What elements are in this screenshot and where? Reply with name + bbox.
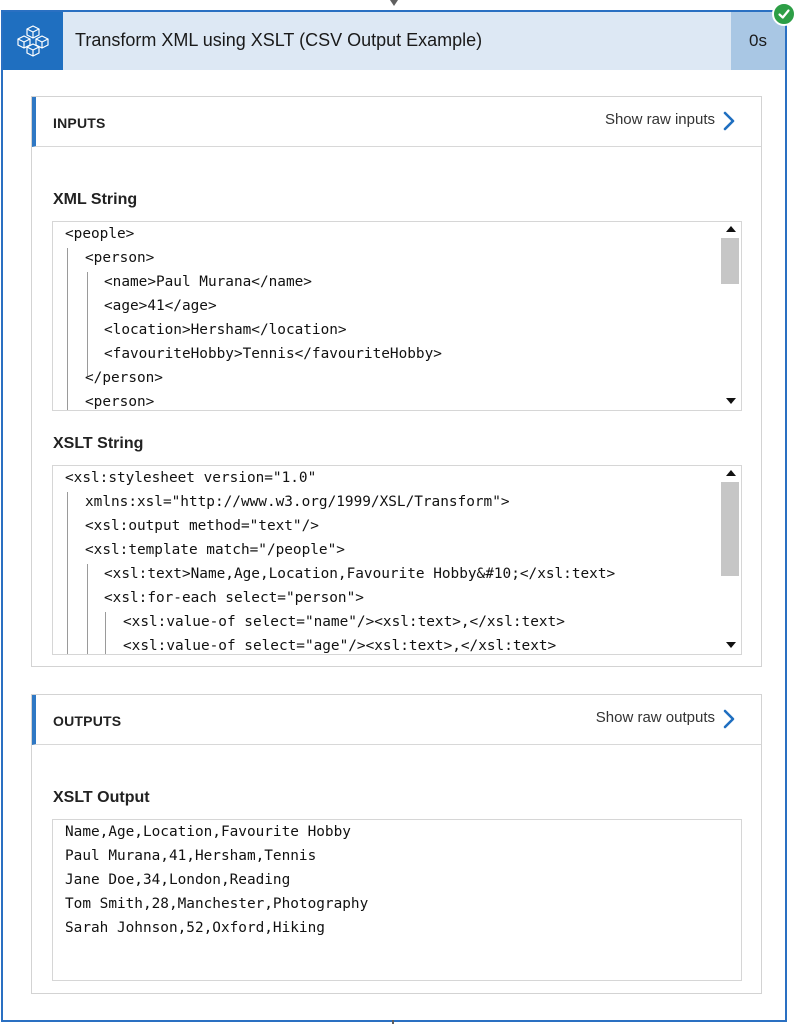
indent-guide <box>67 492 68 654</box>
code-line: <person> <box>85 250 155 266</box>
check-icon <box>772 2 796 26</box>
code-line: xmlns:xsl="http://www.w3.org/1999/XSL/Tr… <box>85 494 510 510</box>
indent-guide <box>67 248 68 410</box>
inputs-section: INPUTS Show raw inputs XML String <peopl… <box>31 96 762 667</box>
code-line: <xsl:value-of select="name"/><xsl:text>,… <box>123 614 565 630</box>
code-line: <age>41</age> <box>104 298 217 314</box>
scroll-up-arrow-icon[interactable] <box>726 470 736 476</box>
outputs-section: OUTPUTS Show raw outputs XSLT Output Nam… <box>31 694 762 994</box>
xslt-output-box[interactable]: Name,Age,Location,Favourite Hobby Paul M… <box>52 819 742 981</box>
scroll-down-arrow-icon[interactable] <box>726 398 736 404</box>
output-line: Jane Doe,34,London,Reading <box>65 872 291 888</box>
scroll-thumb[interactable] <box>721 482 739 576</box>
xml-string-label: XML String <box>53 191 138 208</box>
code-line: <favouriteHobby>Tennis</favouriteHobby> <box>104 346 442 362</box>
show-raw-inputs-link[interactable]: Show raw inputs <box>605 111 715 128</box>
code-line: </person> <box>85 370 163 386</box>
scrollbar[interactable] <box>721 222 741 410</box>
indent-guide <box>87 272 88 376</box>
code-line: <xsl:stylesheet version="1.0" <box>65 470 317 486</box>
flow-connector-arrow <box>386 0 402 6</box>
code-line: <person> <box>85 394 155 410</box>
outputs-title: OUTPUTS <box>53 713 122 729</box>
indent-guide <box>87 564 88 654</box>
output-line: Paul Murana,41,Hersham,Tennis <box>65 848 317 864</box>
scrollbar[interactable] <box>721 466 741 654</box>
code-line: <people> <box>65 226 135 242</box>
xslt-cubes-icon <box>3 12 63 70</box>
code-line: <xsl:output method="text"/> <box>85 518 319 534</box>
code-line: <xsl:text>Name,Age,Location,Favourite Ho… <box>104 566 616 582</box>
action-card: Transform XML using XSLT (CSV Output Exa… <box>1 10 787 1022</box>
output-line: Name,Age,Location,Favourite Hobby <box>65 824 351 840</box>
xslt-output-label: XSLT Output <box>53 789 150 806</box>
xml-string-box[interactable]: <people> <person> <name>Paul Murana</nam… <box>52 221 742 411</box>
action-title: Transform XML using XSLT (CSV Output Exa… <box>75 30 483 50</box>
flow-connector-line <box>392 1020 394 1024</box>
scroll-down-arrow-icon[interactable] <box>726 642 736 648</box>
scroll-up-arrow-icon[interactable] <box>726 226 736 232</box>
indent-guide <box>105 612 106 654</box>
chevron-right-icon[interactable] <box>719 109 739 133</box>
output-line: Tom Smith,28,Manchester,Photography <box>65 896 369 912</box>
show-raw-outputs-link[interactable]: Show raw outputs <box>596 709 715 726</box>
code-line: <xsl:for-each select="person"> <box>104 590 364 606</box>
outputs-section-header: OUTPUTS Show raw outputs <box>32 695 761 745</box>
code-line: <xsl:value-of select="age"/><xsl:text>,<… <box>123 638 557 654</box>
xslt-string-label: XSLT String <box>53 435 144 452</box>
xslt-string-box[interactable]: <xsl:stylesheet version="1.0" xmlns:xsl=… <box>52 465 742 655</box>
chevron-right-icon[interactable] <box>719 707 739 731</box>
inputs-title: INPUTS <box>53 115 106 131</box>
scroll-thumb[interactable] <box>721 238 739 284</box>
action-header[interactable]: Transform XML using XSLT (CSV Output Exa… <box>3 12 785 70</box>
code-line: <xsl:template match="/people"> <box>85 542 345 558</box>
inputs-section-header: INPUTS Show raw inputs <box>32 97 761 147</box>
code-line: <name>Paul Murana</name> <box>104 274 312 290</box>
code-line: <location>Hersham</location> <box>104 322 347 338</box>
output-line: Sarah Johnson,52,Oxford,Hiking <box>65 920 325 936</box>
